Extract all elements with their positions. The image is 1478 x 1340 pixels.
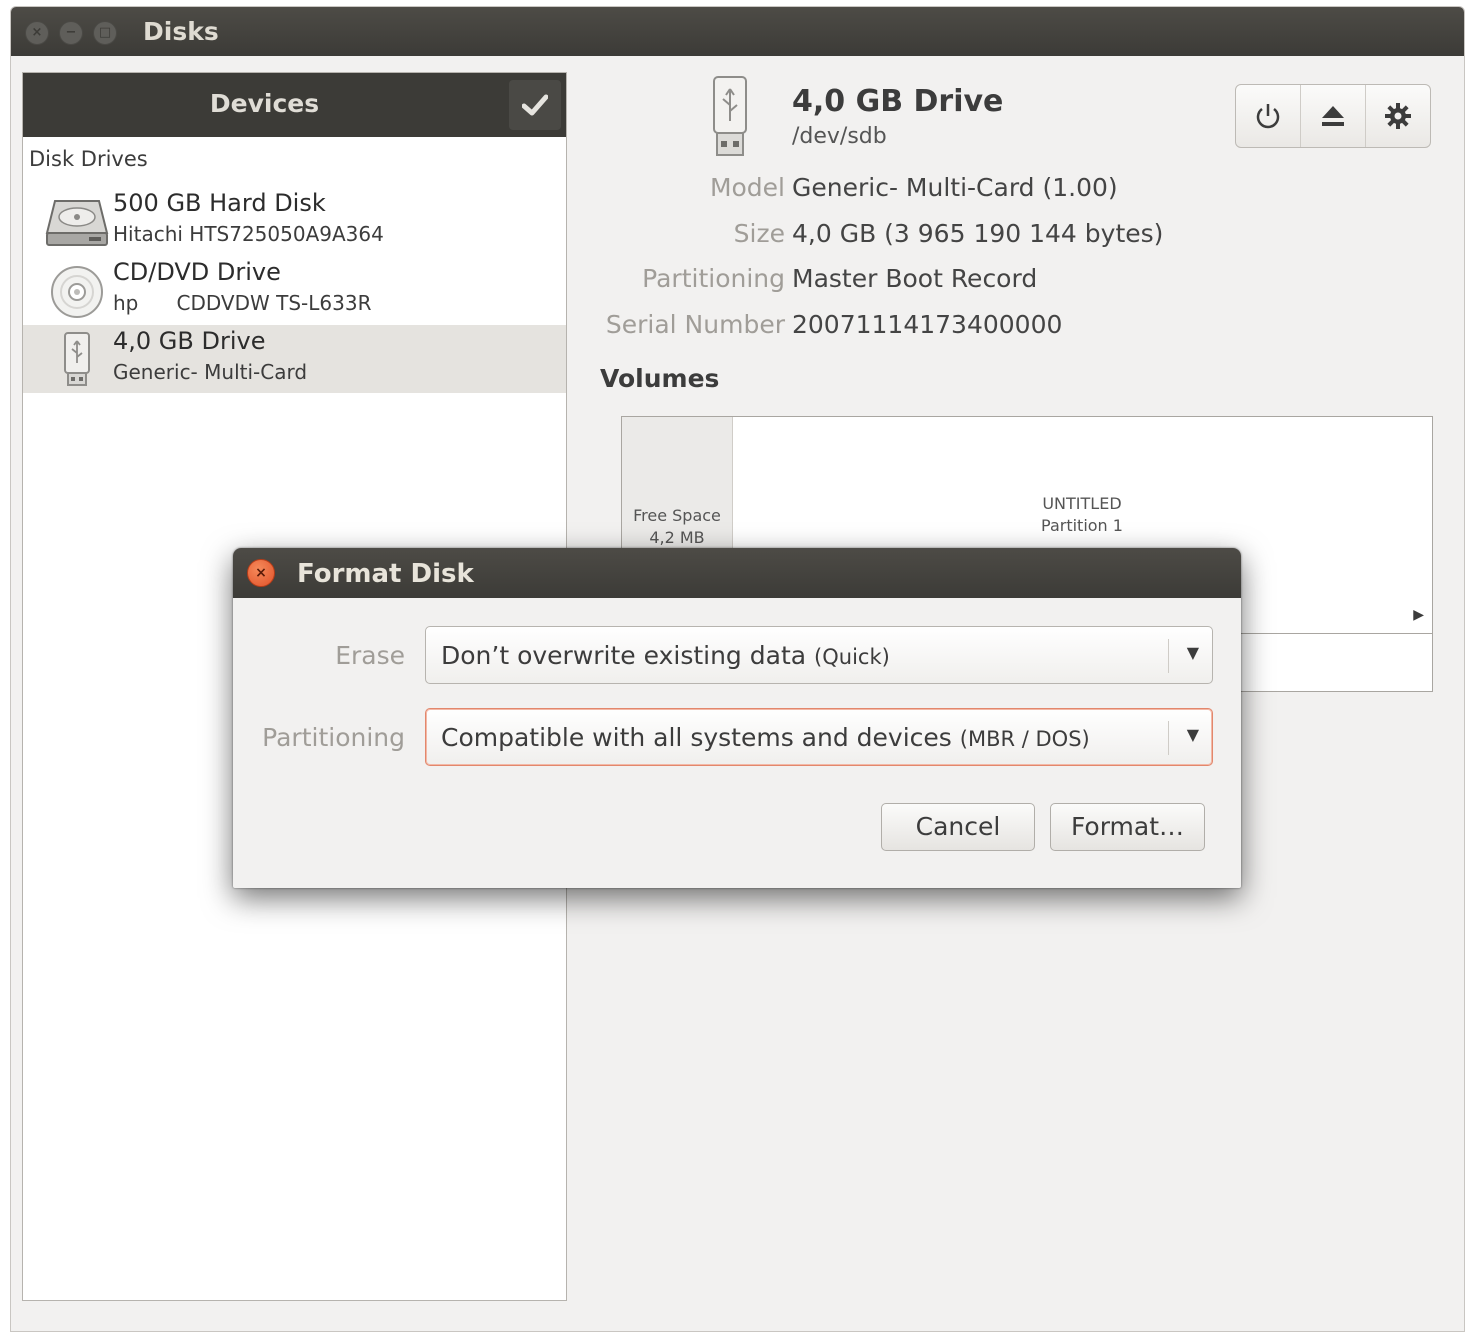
dialog-titlebar: × Format Disk [233, 548, 1241, 598]
sidebar-header: Devices [23, 73, 566, 137]
volumes-heading: Volumes [600, 364, 720, 393]
partitioning-select[interactable]: Compatible with all systems and devices … [425, 708, 1213, 766]
partition-label: Partition 1 [1041, 516, 1123, 535]
combo-separator [1168, 639, 1169, 673]
window-maximize-icon[interactable]: □ [93, 21, 117, 45]
drive-name: 500 GB Hard Disk [113, 189, 326, 217]
size-label: Size [733, 219, 785, 248]
drive-item-hard-disk[interactable]: 500 GB Hard Disk Hitachi HTS725050A9A364 [23, 187, 566, 255]
partitioning-value: Compatible with all systems and devices [441, 723, 952, 752]
drive-model: Generic- Multi-Card [113, 360, 308, 384]
partitioning-hint: (MBR / DOS) [959, 727, 1090, 751]
erase-value: Don’t overwrite existing data [441, 641, 807, 670]
partitioning-label: Partitioning [642, 264, 785, 293]
chevron-down-icon: ▼ [1186, 643, 1199, 662]
partitioning-label: Partitioning [262, 723, 405, 752]
erase-label: Erase [335, 641, 405, 670]
drive-title: 4,0 GB Drive [792, 84, 1004, 119]
format-button[interactable]: Format… [1050, 803, 1205, 851]
power-off-button[interactable] [1236, 85, 1301, 147]
partition-name: UNTITLED [1042, 494, 1122, 513]
drive-device-path: /dev/sdb [792, 124, 887, 149]
model-value: Generic- Multi-Card (1.00) [792, 173, 1118, 202]
eject-button[interactable] [1301, 85, 1366, 147]
hard-disk-icon [45, 200, 109, 246]
drive-model: hp CDDVDW TS-L633R [113, 291, 372, 315]
drive-item-usb[interactable]: 4,0 GB Drive Generic- Multi-Card [23, 325, 566, 393]
partition-segment[interactable]: UNTITLED Partition 1 [952, 493, 1212, 537]
erase-select[interactable]: Don’t overwrite existing data (Quick) ▼ [425, 626, 1213, 684]
free-space-label: Free Space [633, 506, 721, 525]
gear-icon [1385, 103, 1411, 129]
drive-name: CD/DVD Drive [113, 258, 281, 286]
erase-hint: (Quick) [814, 645, 890, 669]
free-space-size: 4,2 MB [649, 528, 705, 547]
dialog-title: Format Disk [297, 559, 474, 589]
window-titlebar: × − □ Disks [11, 7, 1464, 56]
drive-model: Hitachi HTS725050A9A364 [113, 222, 384, 246]
drive-toolbar [1235, 84, 1431, 148]
drive-settings-button[interactable] [1366, 85, 1430, 147]
size-value: 4,0 GB (3 965 190 144 bytes) [792, 219, 1164, 248]
window-minimize-icon[interactable]: − [59, 21, 83, 45]
sidebar-title: Devices [209, 89, 320, 118]
select-check-button[interactable] [509, 80, 561, 130]
power-icon [1256, 104, 1280, 129]
expand-arrow-icon[interactable]: ▶ [1413, 607, 1424, 623]
format-disk-dialog: × Format Disk Erase Don’t overwrite exis… [233, 548, 1241, 888]
model-label: Model [709, 173, 785, 202]
chevron-down-icon: ▼ [1186, 725, 1199, 744]
window-title: Disks [143, 17, 219, 46]
optical-disc-icon [51, 266, 103, 318]
dialog-close-icon[interactable]: × [247, 559, 275, 587]
partitioning-value: Master Boot Record [792, 264, 1038, 293]
window-close-icon[interactable]: × [25, 21, 49, 45]
drive-name: 4,0 GB Drive [113, 327, 266, 355]
serial-number-label: Serial Number [605, 310, 785, 339]
cancel-button[interactable]: Cancel [881, 803, 1035, 851]
usb-drive-icon [64, 332, 90, 386]
combo-separator [1168, 721, 1169, 755]
checkmark-icon [521, 94, 549, 116]
drive-item-cd-dvd[interactable]: CD/DVD Drive hp CDDVDW TS-L633R [23, 256, 566, 324]
serial-number-value: 20071114173400000 [792, 310, 1063, 339]
usb-drive-icon [713, 76, 747, 156]
eject-icon [1322, 106, 1344, 126]
section-label-disk-drives: Disk Drives [29, 147, 148, 171]
